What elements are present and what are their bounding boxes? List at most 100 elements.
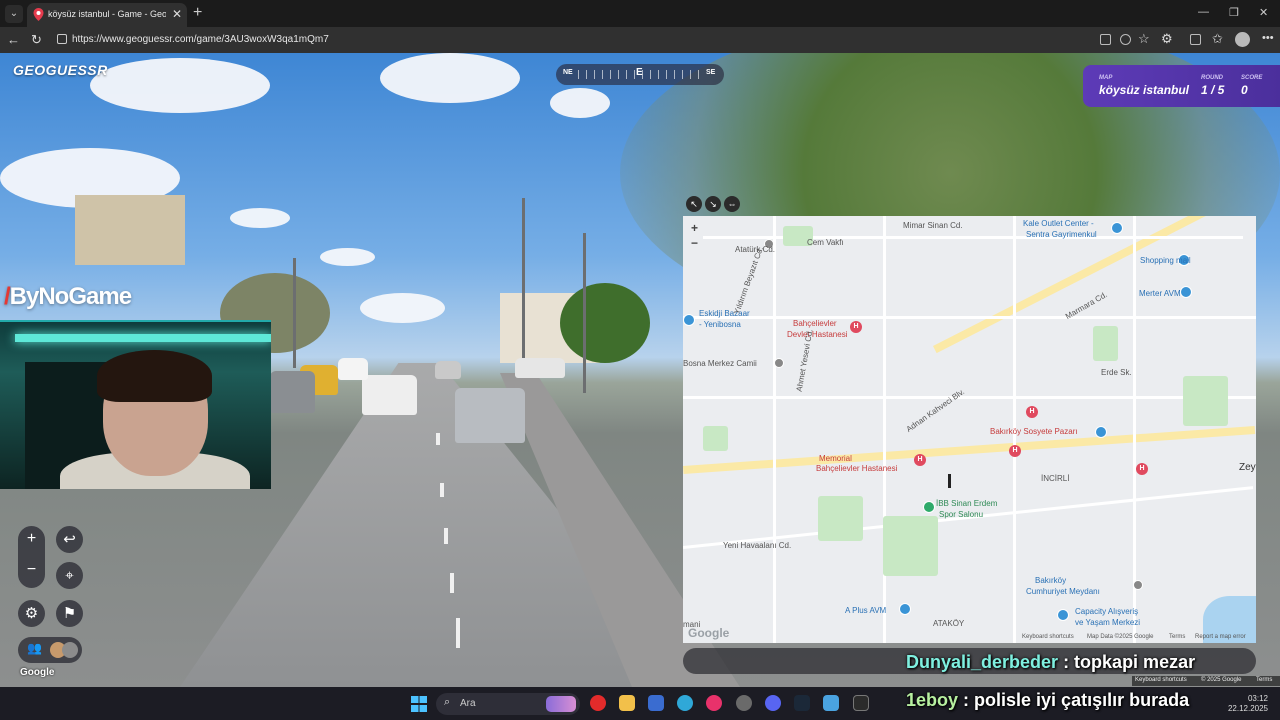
new-tab-icon[interactable]: + bbox=[193, 4, 202, 22]
lane-marking bbox=[444, 528, 448, 544]
logo-text: GEOGUESSR bbox=[13, 62, 108, 78]
friend-avatar bbox=[62, 642, 78, 658]
sv-keyboard-shortcuts[interactable]: Keyboard shortcuts bbox=[1135, 677, 1187, 683]
google-streetview-logo: Google bbox=[20, 667, 55, 678]
map-zoom-in-icon[interactable]: + bbox=[691, 221, 698, 235]
url-field[interactable]: https://www.geoguessr.com/game/3AU3woxW3… bbox=[50, 30, 1130, 50]
clock-date[interactable]: 22.12.2025 bbox=[1222, 704, 1268, 713]
report-map-error-link[interactable]: Report a map error bbox=[1195, 634, 1246, 640]
browser-essentials-icon[interactable] bbox=[1190, 34, 1201, 45]
shopping-pin-icon[interactable] bbox=[683, 314, 695, 326]
car bbox=[435, 361, 461, 379]
windows-start-icon[interactable] bbox=[411, 696, 427, 712]
cloud bbox=[90, 58, 270, 113]
map-label: Kale Outlet Center - bbox=[1023, 219, 1094, 228]
restore-icon[interactable]: ❐ bbox=[1229, 6, 1239, 19]
car bbox=[515, 358, 565, 378]
street-lamp bbox=[293, 258, 296, 368]
map-label: Bahçelievler Hastanesi bbox=[816, 464, 898, 473]
map-label: Memorial bbox=[819, 454, 852, 463]
shopping-pin-icon[interactable] bbox=[1111, 222, 1123, 234]
pin-map-icon[interactable]: ⇔ bbox=[724, 196, 740, 212]
refresh-icon[interactable]: ↻ bbox=[31, 32, 42, 48]
lane-marking bbox=[450, 573, 454, 593]
clock-time[interactable]: 03:12 bbox=[1236, 694, 1268, 703]
map-label: Cumhuriyet Meydanı bbox=[1026, 587, 1100, 596]
game-status-panel: MAP köysüz istanbul ROUND 1 / 5 SCORE 0 bbox=[1083, 65, 1280, 107]
favorite-star-icon[interactable]: ☆ bbox=[1138, 31, 1150, 47]
geoguessr-logo[interactable]: GEOGUESSR bbox=[13, 62, 108, 78]
map-zoom-out-icon[interactable]: − bbox=[691, 236, 698, 250]
site-info-icon[interactable] bbox=[57, 34, 67, 44]
hospital-pin-icon[interactable]: H bbox=[1136, 463, 1148, 475]
obs-icon[interactable] bbox=[736, 695, 752, 711]
tab-title: köysüz istanbul - Game - GeoGuessr bbox=[48, 9, 166, 19]
chat-message: 1eboy : polisle iyi çatışılır burada bbox=[906, 690, 1189, 711]
cloud bbox=[550, 88, 610, 118]
led-strip bbox=[15, 334, 271, 342]
text-cursor-icon bbox=[948, 474, 951, 488]
tab-actions-menu-icon[interactable]: ⌄ bbox=[5, 5, 23, 23]
friends-button[interactable]: 👥 bbox=[18, 637, 82, 663]
map-keyboard-shortcuts[interactable]: Keyboard shortcuts bbox=[1022, 634, 1074, 640]
read-aloud-icon[interactable] bbox=[1120, 34, 1131, 45]
app-available-icon[interactable] bbox=[1100, 34, 1111, 45]
map-label: Mimar Sinan Cd. bbox=[903, 221, 963, 230]
url-text: https://www.geoguessr.com/game/3AU3woxW3… bbox=[72, 34, 329, 45]
map-label: Bakırköy bbox=[1035, 576, 1067, 585]
round-label: ROUND bbox=[1201, 75, 1223, 81]
shrink-map-icon[interactable]: ↘ bbox=[705, 196, 721, 212]
cloud bbox=[360, 293, 445, 323]
zoom-in-icon[interactable]: + bbox=[18, 530, 45, 548]
vscode-icon[interactable] bbox=[648, 695, 664, 711]
epic-games-icon[interactable] bbox=[853, 695, 869, 711]
flag-checkpoint-icon[interactable]: ⚑ bbox=[56, 600, 83, 627]
map-label: Merter AVM bbox=[1139, 289, 1181, 298]
map-terms-link[interactable]: Terms bbox=[1169, 634, 1185, 640]
sv-terms-link[interactable]: Terms bbox=[1256, 677, 1272, 683]
shopping-pin-icon[interactable] bbox=[1095, 426, 1107, 438]
discord-icon[interactable] bbox=[765, 695, 781, 711]
hospital-pin-icon[interactable]: H bbox=[1009, 445, 1021, 457]
search-icon: ⌕ bbox=[444, 696, 451, 708]
steam-icon[interactable] bbox=[794, 695, 810, 711]
more-options-icon[interactable]: ••• bbox=[1262, 32, 1274, 44]
opera-icon[interactable] bbox=[590, 695, 606, 711]
tab-geoguessr[interactable]: köysüz istanbul - Game - GeoGuessr ✕ bbox=[27, 3, 187, 27]
taskbar-search[interactable]: ⌕ Ara bbox=[436, 693, 580, 715]
chat-text: : topkapi mezar bbox=[1058, 652, 1196, 672]
guess-map[interactable]: + − H H H H H Kale Outlet Center - Sentr… bbox=[683, 216, 1256, 643]
map-label: Shopping mall bbox=[1140, 256, 1191, 265]
compass[interactable]: NE E SE bbox=[556, 64, 724, 85]
photos-icon[interactable] bbox=[823, 695, 839, 711]
hospital-pin-icon[interactable]: H bbox=[850, 321, 862, 333]
undo-move-icon[interactable]: ↩ bbox=[56, 526, 83, 553]
tab-close-icon[interactable]: ✕ bbox=[172, 7, 182, 21]
mosque-pin-icon[interactable] bbox=[774, 358, 784, 368]
shopping-pin-icon[interactable] bbox=[1057, 609, 1069, 621]
return-to-start-icon[interactable]: ⌖ bbox=[56, 562, 83, 589]
zoom-out-icon[interactable]: − bbox=[18, 561, 45, 579]
shopping-pin-icon[interactable] bbox=[1180, 286, 1192, 298]
media-player-icon[interactable] bbox=[706, 695, 722, 711]
profile-avatar[interactable] bbox=[1235, 32, 1250, 47]
zoom-controls: + − bbox=[18, 526, 45, 588]
landmark-pin-icon[interactable] bbox=[1133, 580, 1143, 590]
file-explorer-icon[interactable] bbox=[619, 695, 635, 711]
score-label: SCORE bbox=[1241, 75, 1263, 81]
hospital-pin-icon[interactable]: H bbox=[914, 454, 926, 466]
search-placeholder: Ara bbox=[460, 698, 476, 709]
hospital-pin-icon[interactable]: H bbox=[1026, 406, 1038, 418]
edge-icon[interactable] bbox=[677, 695, 693, 711]
extensions-icon[interactable]: ⚙ bbox=[1161, 31, 1173, 47]
close-window-icon[interactable]: ✕ bbox=[1259, 6, 1268, 19]
enlarge-map-icon[interactable]: ↖ bbox=[686, 196, 702, 212]
minimize-icon[interactable]: — bbox=[1198, 6, 1209, 18]
favorites-icon[interactable]: ✩ bbox=[1212, 31, 1223, 47]
stadium-pin-icon[interactable] bbox=[923, 501, 935, 513]
park bbox=[703, 426, 728, 451]
back-icon[interactable]: ← bbox=[7, 32, 20, 47]
settings-icon[interactable]: ⚙ bbox=[18, 600, 45, 627]
map-label: Zeytin bbox=[1239, 462, 1256, 473]
shopping-pin-icon[interactable] bbox=[899, 603, 911, 615]
